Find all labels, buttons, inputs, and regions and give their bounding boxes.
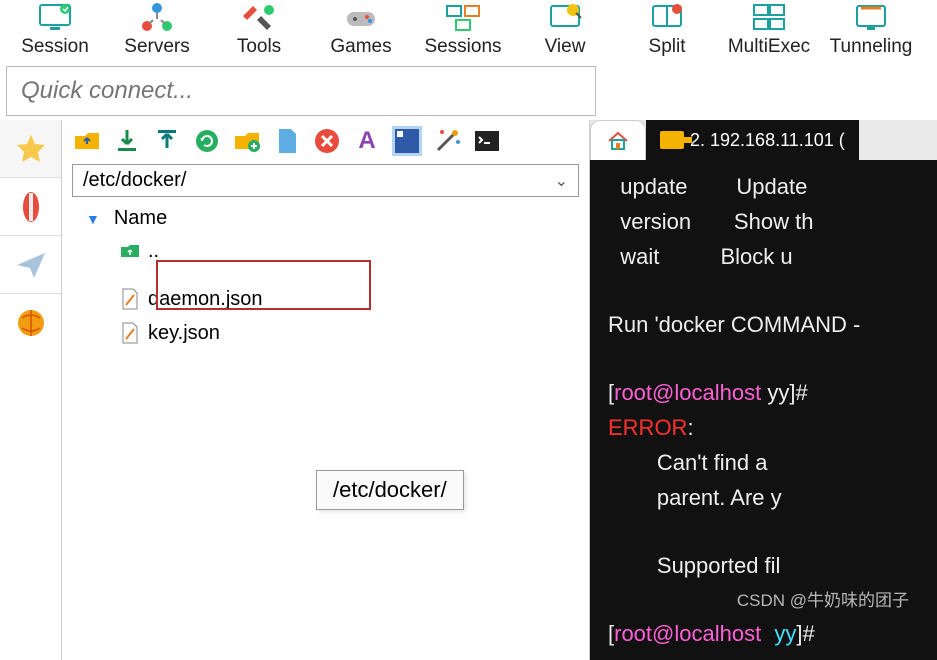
toolbar-view-label: View — [545, 36, 586, 58]
key-icon — [660, 131, 684, 149]
toolbar-tools[interactable]: Tools — [214, 0, 304, 58]
view-icon — [547, 0, 583, 36]
new-folder-icon[interactable] — [232, 126, 262, 156]
toolbar-tools-label: Tools — [237, 36, 281, 58]
tab-home[interactable] — [590, 120, 646, 160]
file-toolbar: A — [62, 120, 589, 162]
workspace: A /etc/docker/ ⌄ ▼ Name .. daemon.json k… — [0, 120, 937, 660]
tab-session-1[interactable]: 2. 192.168.11.101 ( — [646, 120, 859, 160]
multiexec-icon — [751, 0, 787, 36]
json-file-icon — [118, 321, 142, 345]
servers-icon — [139, 0, 175, 36]
download-icon[interactable] — [112, 126, 142, 156]
globe-icon — [14, 306, 48, 340]
tools-icon — [241, 0, 277, 36]
terminal-panel: 2. 192.168.11.101 ( update Update versio… — [590, 120, 937, 660]
path-input[interactable]: /etc/docker/ ⌄ — [72, 164, 579, 197]
session-tabs: 2. 192.168.11.101 ( — [590, 120, 937, 160]
folder-parent-icon — [118, 239, 142, 263]
toolbar-servers[interactable]: Servers — [112, 0, 202, 58]
main-toolbar: Session Servers Tools Games Sessions Vie… — [0, 0, 937, 66]
column-name-label: Name — [114, 207, 167, 230]
toolbar-split-label: Split — [649, 36, 686, 58]
file-row-daemon[interactable]: daemon.json — [62, 282, 589, 316]
file-row-parent[interactable]: .. — [62, 234, 589, 268]
quick-connect-bar — [6, 66, 596, 116]
toolbar-games[interactable]: Games — [316, 0, 406, 58]
tab-session-label: 2. 192.168.11.101 ( — [690, 130, 845, 151]
toolbar-sessions[interactable]: Sessions — [418, 0, 508, 58]
file-row-key-label: key.json — [148, 322, 220, 345]
side-tabs — [0, 120, 62, 660]
home-icon — [605, 128, 631, 154]
panel-icon[interactable] — [392, 126, 422, 156]
delete-icon[interactable] — [312, 126, 342, 156]
column-header[interactable]: ▼ Name — [62, 199, 589, 234]
sidetab-star[interactable] — [0, 120, 61, 178]
toolbar-session-label: Session — [21, 36, 89, 58]
file-row-daemon-label: daemon.json — [148, 288, 263, 311]
star-icon — [14, 132, 48, 166]
folder-up-icon[interactable] — [72, 126, 102, 156]
terminal-output[interactable]: update Update version Show th wait Block… — [590, 160, 937, 660]
file-browser: A /etc/docker/ ⌄ ▼ Name .. daemon.json k… — [62, 120, 590, 660]
knife-icon — [14, 190, 48, 224]
sessions-icon — [445, 0, 481, 36]
sort-indicator-icon: ▼ — [86, 211, 100, 227]
path-tooltip: /etc/docker/ — [316, 470, 464, 510]
monitor-icon — [37, 0, 73, 36]
toolbar-view[interactable]: View — [520, 0, 610, 58]
upload-icon[interactable] — [152, 126, 182, 156]
text-a-icon[interactable]: A — [352, 126, 382, 156]
toolbar-split[interactable]: Split — [622, 0, 712, 58]
toolbar-servers-label: Servers — [124, 36, 189, 58]
toolbar-multiexec[interactable]: MultiExec — [724, 0, 814, 58]
toolbar-sessions-label: Sessions — [424, 36, 501, 58]
gamepad-icon — [343, 0, 379, 36]
wand-icon[interactable] — [432, 126, 462, 156]
quick-connect-input[interactable] — [7, 67, 595, 115]
file-row-key[interactable]: key.json — [62, 316, 589, 350]
file-row-parent-label: .. — [148, 240, 159, 263]
json-file-icon — [118, 287, 142, 311]
tunneling-icon — [853, 0, 889, 36]
toolbar-tunneling-label: Tunneling — [830, 36, 913, 58]
path-text: /etc/docker/ — [83, 169, 555, 192]
toolbar-games-label: Games — [330, 36, 391, 58]
toolbar-tunneling[interactable]: Tunneling — [826, 0, 916, 58]
toolbar-session[interactable]: Session — [10, 0, 100, 58]
paperplane-icon — [14, 248, 48, 282]
sidetab-send[interactable] — [0, 236, 61, 294]
toolbar-multiexec-label: MultiExec — [728, 36, 810, 58]
file-icon[interactable] — [272, 126, 302, 156]
sidetab-globe[interactable] — [0, 294, 61, 352]
terminal-icon[interactable] — [472, 126, 502, 156]
chevron-down-icon[interactable]: ⌄ — [555, 171, 568, 191]
refresh-icon[interactable] — [192, 126, 222, 156]
watermark: CSDN @牛奶味的团子 — [737, 586, 909, 611]
split-icon — [649, 0, 685, 36]
sidetab-tool[interactable] — [0, 178, 61, 236]
